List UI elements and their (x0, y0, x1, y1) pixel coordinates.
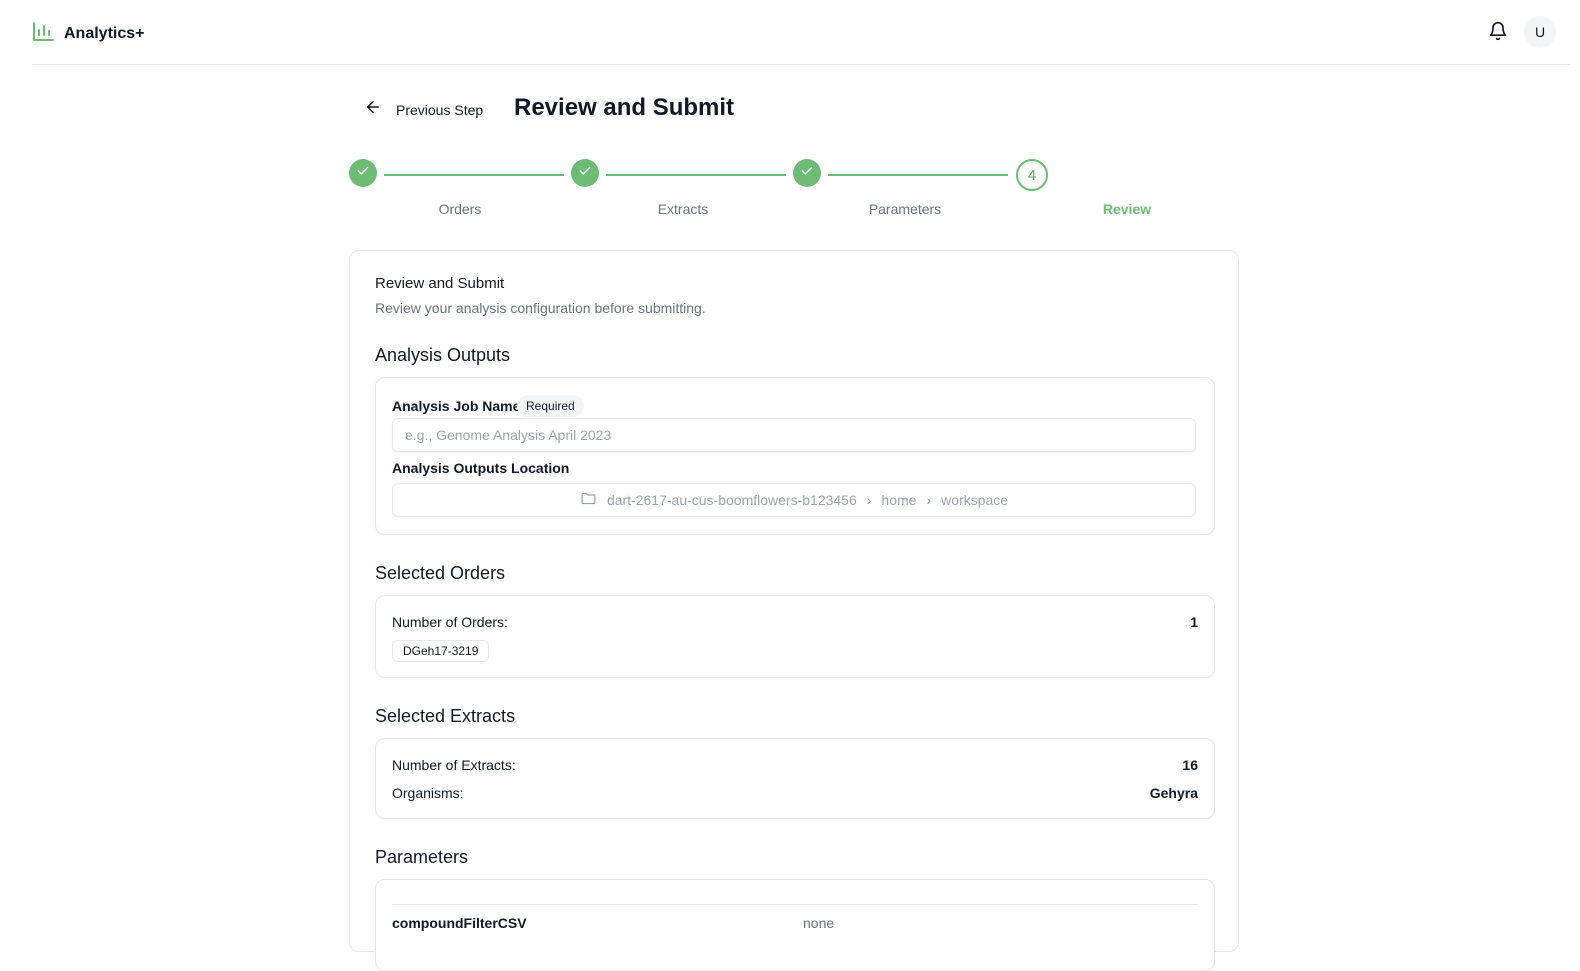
bell-icon[interactable] (1488, 21, 1508, 41)
required-badge: Required (517, 395, 584, 417)
selected-extracts-title: Selected Extracts (375, 706, 516, 726)
analysis-outputs-title: Analysis Outputs (375, 345, 511, 365)
previous-step-button[interactable]: Previous Step (364, 98, 483, 121)
step-connector (828, 174, 1008, 176)
organisms-value: Gehyra (1149, 785, 1198, 801)
card-title: Review and Submit (375, 275, 505, 292)
organisms-label: Organisms: (392, 785, 464, 801)
divider (392, 904, 1198, 905)
card-subtitle: Review your analysis configuration befor… (375, 300, 706, 316)
page-title: Review and Submit (514, 94, 735, 121)
location-crumb-bucket: dart-2617-au-cus-boomflowers-b123456 (606, 492, 857, 508)
app-name: Analytics+ (64, 24, 145, 42)
extracts-count-value: 16 (1182, 757, 1198, 773)
analysis-outputs-box: Analysis Job Name Required Analysis Outp… (375, 377, 1215, 535)
chevron-right-icon: › (926, 492, 932, 508)
selected-extracts-box: Number of Extracts: 16 Organisms: Gehyra (375, 738, 1215, 819)
location-crumb-home: home (881, 492, 917, 508)
order-chip: DGeh17-3219 (392, 640, 490, 662)
parameters-title: Parameters (375, 847, 469, 867)
step-label-extracts: Extracts (657, 201, 709, 217)
progress-stepper: 4 Orders Extracts Parameters Review (349, 159, 1239, 223)
outputs-location-label: Analysis Outputs Location (392, 460, 570, 476)
previous-step-label: Previous Step (396, 101, 484, 118)
step-label-review: Review (1102, 201, 1152, 217)
orders-count-label: Number of Orders: (392, 614, 508, 630)
top-bar: Analytics+ U (32, 0, 1570, 65)
brand[interactable]: Analytics+ (32, 20, 144, 47)
check-icon (578, 164, 592, 183)
parameter-name: compoundFilterCSV (392, 915, 527, 931)
step-orders-complete (349, 159, 377, 187)
extracts-count-label: Number of Extracts: (392, 757, 516, 773)
orders-count-value: 1 (1190, 614, 1198, 630)
step-label-parameters: Parameters (868, 201, 942, 217)
job-name-label: Analysis Job Name (392, 398, 521, 414)
avatar[interactable]: U (1524, 16, 1556, 48)
review-card: Review and Submit Review your analysis c… (349, 250, 1239, 971)
arrow-left-icon (364, 98, 382, 121)
check-icon (356, 164, 370, 183)
chevron-right-icon: › (866, 492, 872, 508)
step-connector (606, 174, 786, 176)
step-label-orders: Orders (438, 201, 482, 217)
step-connector (384, 174, 564, 176)
job-name-input[interactable] (392, 418, 1196, 452)
parameter-value: none (803, 915, 835, 931)
outputs-location-picker[interactable]: dart-2617-au-cus-boomflowers-b123456 › h… (392, 483, 1196, 517)
selected-orders-box: Number of Orders: 1 DGeh17-3219 (375, 595, 1215, 678)
check-icon (800, 164, 814, 183)
step-extracts-complete (571, 159, 599, 187)
folder-icon (580, 490, 597, 510)
location-crumb-workspace: workspace (941, 492, 1009, 508)
selected-orders-title: Selected Orders (375, 563, 506, 583)
step-parameters-complete (793, 159, 821, 187)
bar-chart-icon (32, 20, 54, 47)
step-review-current: 4 (1016, 159, 1048, 191)
parameters-box: compoundFilterCSV none (375, 879, 1215, 971)
